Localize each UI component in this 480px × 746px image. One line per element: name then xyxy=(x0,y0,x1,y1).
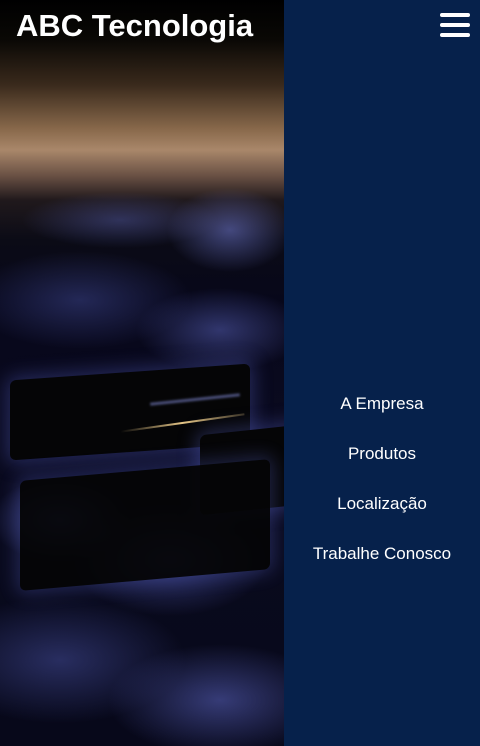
menu-icon-bar xyxy=(440,13,470,17)
nav-link-localizacao[interactable]: Localização xyxy=(337,480,427,528)
nav-item-localizacao: Localização xyxy=(284,480,480,530)
menu-icon-bar xyxy=(440,23,470,27)
hero-keyboard-image xyxy=(0,0,284,746)
nav-menu-list: A Empresa Produtos Localização Trabalhe … xyxy=(284,380,480,580)
nav-link-trabalhe-conosco[interactable]: Trabalhe Conosco xyxy=(313,530,451,578)
nav-link-produtos[interactable]: Produtos xyxy=(348,430,416,478)
nav-link-a-empresa[interactable]: A Empresa xyxy=(340,380,423,428)
hamburger-menu-icon[interactable] xyxy=(440,12,470,38)
nav-item-a-empresa: A Empresa xyxy=(284,380,480,430)
nav-item-produtos: Produtos xyxy=(284,430,480,480)
menu-icon-bar xyxy=(440,33,470,37)
keyboard-key-shape xyxy=(20,459,270,591)
nav-item-trabalhe-conosco: Trabalhe Conosco xyxy=(284,530,480,580)
side-nav-panel: A Empresa Produtos Localização Trabalhe … xyxy=(284,0,480,746)
site-title[interactable]: ABC Tecnologia xyxy=(16,8,253,44)
